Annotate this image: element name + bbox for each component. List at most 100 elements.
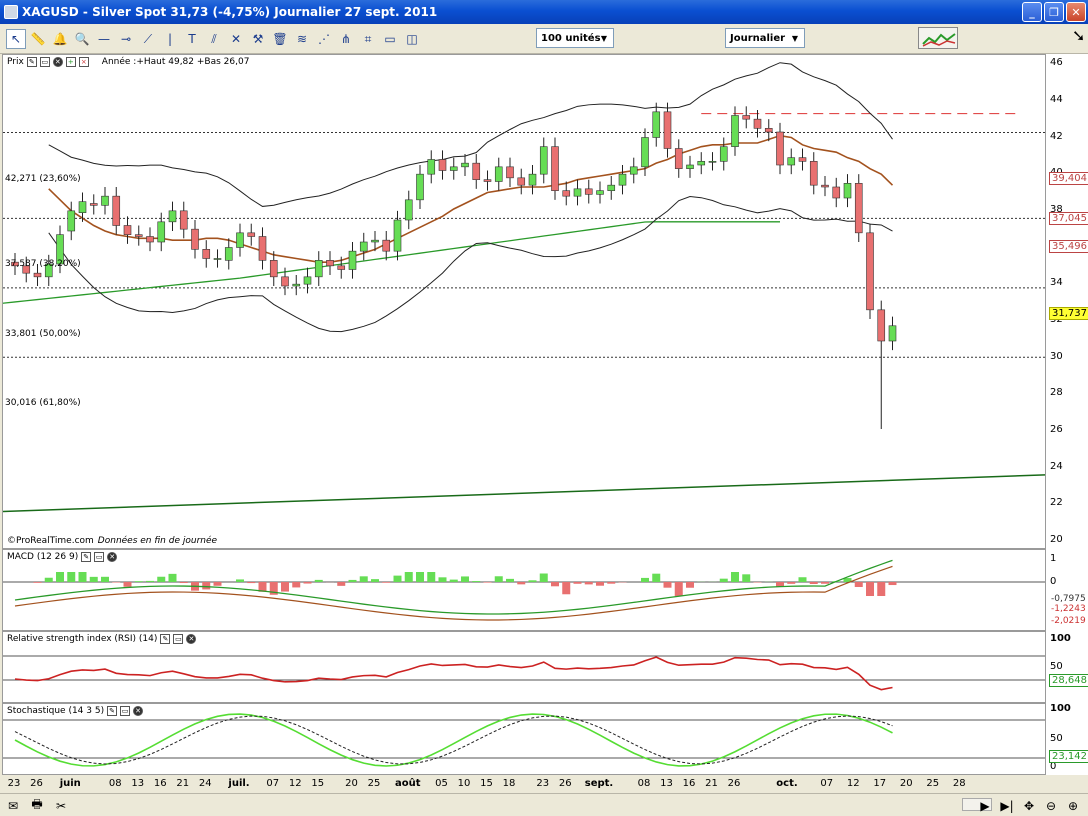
date-tick: 10 [457, 778, 471, 789]
remove-icon[interactable]: ✕ [186, 634, 197, 644]
fibonacci-tool-icon[interactable]: ≋ [292, 29, 312, 49]
window-icon[interactable]: ▭ [173, 634, 184, 644]
macd-histogram-bar [168, 573, 177, 582]
vertical-line-tool-icon[interactable]: | [160, 29, 180, 49]
macd-histogram-bar [674, 582, 683, 596]
candle [67, 210, 76, 232]
macd-chart[interactable] [3, 550, 1046, 631]
macd-histogram-bar [348, 579, 357, 582]
macd-signal-line [14, 565, 893, 621]
candle [326, 260, 334, 267]
candle [528, 173, 537, 186]
window-icon[interactable]: ▭ [120, 706, 131, 716]
crosshair-tool-icon[interactable]: ✕ [226, 29, 246, 49]
stoch-label: Stochastique (14 3 5) [7, 706, 105, 716]
print-icon[interactable]: 🖶 [28, 797, 46, 814]
scroll-end-icon[interactable]: ▶| [998, 797, 1016, 814]
remove-icon[interactable]: ✕ [133, 706, 144, 716]
candle [596, 190, 604, 195]
remove-icon[interactable]: ✕ [107, 552, 118, 562]
channel-tool-icon[interactable]: ⫽ [204, 29, 224, 49]
properties-tool-icon[interactable]: ⚒ [248, 29, 268, 49]
date-tick: juin [59, 778, 81, 789]
scissors-icon[interactable]: ✂ [52, 797, 70, 814]
window-icon[interactable]: ▭ [39, 57, 50, 67]
alert-bell-icon[interactable]: 🔔 [50, 29, 70, 49]
date-tick: 26 [558, 778, 572, 789]
wrench-icon[interactable]: ✎ [107, 706, 118, 716]
candle [719, 146, 728, 162]
delete-tool-icon[interactable]: 🗑 [270, 29, 290, 49]
macd-histogram-bar [292, 582, 301, 588]
window-icon[interactable]: ▭ [94, 552, 105, 562]
candle [449, 166, 458, 171]
ruler-tool-icon[interactable]: 📏 [28, 29, 48, 49]
collapse-arrow-icon[interactable]: ➘ [1072, 26, 1088, 52]
date-tick: août [394, 778, 421, 789]
add-indicator-icon[interactable]: + [65, 57, 76, 67]
candle [697, 161, 706, 166]
email-icon[interactable]: ✉ [4, 797, 22, 814]
stoch-chart[interactable] [3, 704, 1046, 775]
candle [33, 272, 42, 278]
close-button[interactable]: ✕ [1066, 2, 1086, 22]
text-tool-icon[interactable]: T [182, 29, 202, 49]
macd-histogram-bar [89, 576, 98, 582]
indicators-button[interactable] [918, 27, 958, 49]
candle [854, 183, 863, 234]
candle [461, 162, 469, 168]
rectangle-tool-icon[interactable]: ▭ [380, 29, 400, 49]
pan-icon[interactable]: ✥ [1020, 797, 1038, 814]
price-tick: 22 [1050, 497, 1063, 509]
date-tick: oct. [776, 778, 798, 789]
macd-histogram-bar [44, 577, 53, 582]
price-tick: 42 [1050, 130, 1063, 142]
date-tick: 13 [131, 778, 145, 789]
macd-histogram-bar [179, 582, 188, 584]
period-select[interactable]: Journalier ▼ [725, 28, 805, 48]
macd-histogram-bar [33, 582, 42, 583]
trendline-tool-icon[interactable]: ⟋ [138, 29, 158, 49]
zoom-out-icon[interactable]: ⊖ [1042, 797, 1060, 814]
date-axis: 23 26 juin 08 13 16 21 24 juil. 07 12 15 20 25 août 05 1… [2, 775, 1046, 793]
candle [337, 265, 346, 270]
units-select[interactable]: 100 unités ▼ [536, 28, 614, 48]
candle [146, 236, 154, 243]
horizontal-line-tool-icon[interactable]: — [94, 29, 114, 49]
regression-tool-icon[interactable]: ⌗ [358, 29, 378, 49]
bollinger-upper [48, 62, 893, 207]
price-chart[interactable] [3, 55, 1046, 549]
macd-histogram-bar [213, 582, 222, 586]
date-tick: 12 [846, 778, 860, 789]
pitchfork-tool-icon[interactable]: ⋔ [336, 29, 356, 49]
macd-histogram-bar [506, 578, 514, 582]
zoom-in-icon[interactable]: ⊕ [1064, 797, 1082, 814]
scroll-right-icon[interactable]: ▶ [976, 797, 994, 814]
macd-histogram-bar [359, 576, 368, 582]
price-tick: 26 [1050, 423, 1063, 435]
candle [382, 239, 391, 252]
remove-icon[interactable]: ✕ [52, 57, 63, 67]
candle [134, 234, 143, 237]
candle [731, 115, 739, 147]
candle [843, 183, 852, 199]
candle [809, 161, 818, 186]
segment-tool-icon[interactable]: ⊸ [116, 29, 136, 49]
macd-histogram-bar [416, 572, 424, 582]
wrench-icon[interactable]: ✎ [160, 634, 171, 644]
cursor-tool-icon[interactable]: ↖ [6, 29, 26, 49]
minimize-button[interactable]: _ [1022, 2, 1042, 22]
price-axis: 4644424038363432302826242220 [1046, 54, 1088, 549]
candle [539, 146, 548, 175]
stoch-tick: 50 [1050, 733, 1063, 744]
delete-indicator-icon[interactable]: × [78, 57, 89, 67]
fib-fan-tool-icon[interactable]: ⋰ [314, 29, 334, 49]
wrench-icon[interactable]: ✎ [81, 552, 92, 562]
last-price-badge: 31,737 [1049, 307, 1088, 320]
ellipse-tool-icon[interactable]: ◫ [402, 29, 422, 49]
zoom-tool-icon[interactable]: 🔍 [72, 29, 92, 49]
wrench-icon[interactable]: ✎ [26, 57, 37, 67]
fib-label-3820: 37,587 (38,20%) [5, 259, 81, 270]
long-term-trendline [3, 474, 1045, 513]
restore-button[interactable]: ❐ [1044, 2, 1064, 22]
